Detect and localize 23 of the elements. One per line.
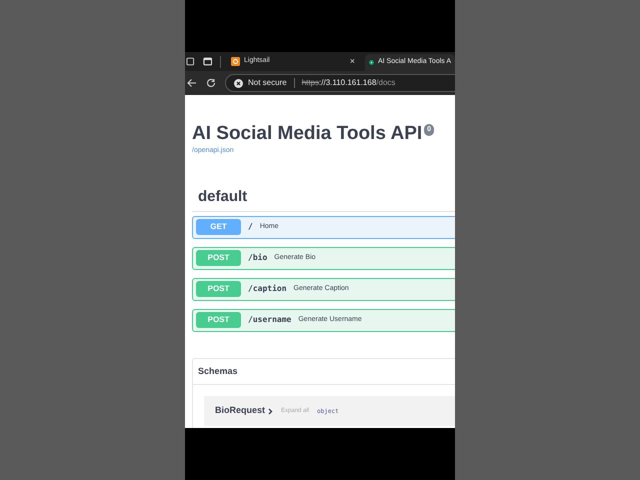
site-icon [231,57,240,66]
back-icon[interactable] [187,78,197,88]
address-field[interactable]: Not secure https://3.110.161.168/docs [225,74,455,92]
endpoint-path: / [248,221,253,233]
lightning-icon [369,58,374,67]
reload-icon[interactable] [206,78,216,88]
close-icon[interactable]: × [350,54,355,68]
method-badge: GET [196,219,241,235]
endpoint-path: /username [248,314,292,326]
page-title: AI Social Media Tools API [192,122,422,146]
workspaces-icon[interactable] [186,57,195,66]
method-badge: POST [196,250,241,266]
schema-name[interactable]: BioRequest [215,404,274,418]
url-text: https://3.110.161.168/docs [302,77,396,89]
security-label: Not secure [248,77,287,89]
method-badge: POST [196,312,241,328]
section-heading[interactable]: default [198,188,455,206]
endpoint-path: /bio [248,252,268,264]
endpoint-path: /caption [248,283,287,295]
method-badge: POST [196,281,241,297]
chevron-icon [268,408,274,414]
warning-icon [234,78,243,88]
tab-actions-icon[interactable] [202,57,212,66]
